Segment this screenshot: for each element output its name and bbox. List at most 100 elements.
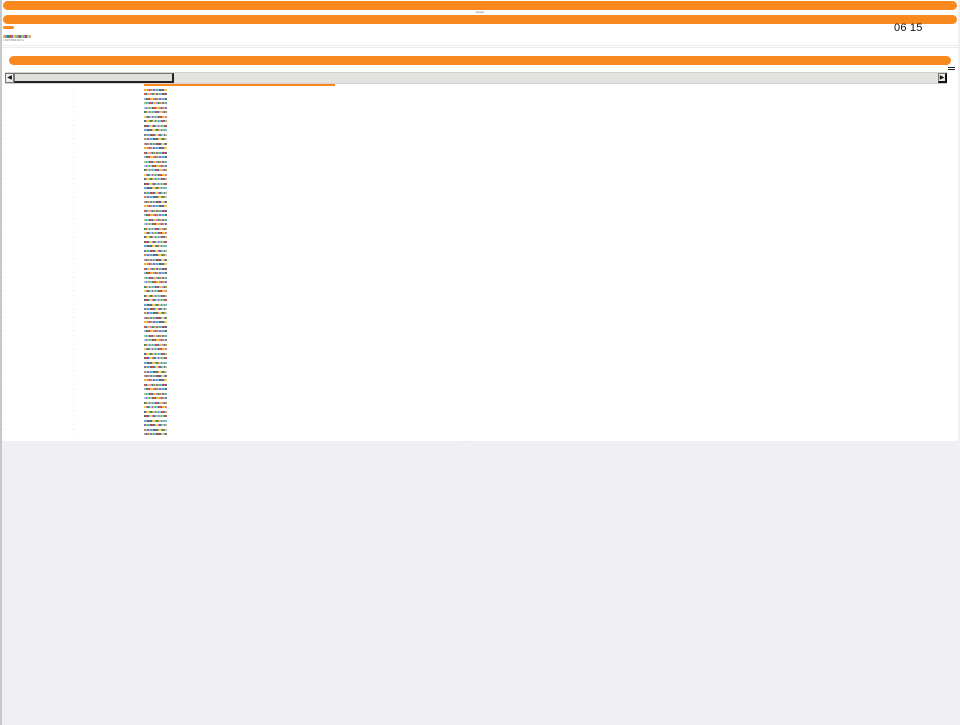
color-swatch [165,307,167,310]
row-color-strip [144,307,167,310]
scrollbar-thumb[interactable] [14,73,174,83]
row-value-cell: ····· [72,200,76,203]
color-swatch [165,218,167,221]
row-color-strip [144,218,167,221]
divider [2,47,958,48]
row-color-strip [144,97,167,100]
color-swatch [165,151,167,154]
color-swatch [165,424,167,427]
row-color-strip [144,106,167,109]
row-color-strip [144,93,167,96]
row-color-strip [144,348,167,351]
row-color-strip [144,124,167,127]
color-swatch [165,196,167,199]
row-color-strip [144,227,167,230]
row-id-cell: ···· [3,410,6,413]
row-value-cell: ····· [72,370,76,373]
color-swatch [165,205,167,208]
row-id-cell: ···· [3,205,6,208]
section-header-bar[interactable] [9,56,951,65]
row-id-cell: ···· [3,111,6,114]
row-value-cell: ····· [72,89,76,91]
row-id-cell: ···· [3,120,6,123]
color-swatch [165,410,167,413]
row-value-cell: ····· [72,93,76,96]
row-id-cell: ···· [3,147,6,150]
color-swatch [165,124,167,127]
hamburger-menu-icon[interactable] [948,67,955,72]
color-swatch [165,227,167,230]
row-value-cell: ····· [72,120,76,123]
row-color-strip [144,120,167,123]
color-swatch [165,191,167,194]
row-color-strip [144,339,167,342]
row-color-strip [144,173,167,176]
row-value-cell: ····· [72,232,76,234]
row-color-strip [144,263,167,266]
row-value-cell: ····· [72,142,76,145]
row-id-cell: ···· [3,312,6,315]
footer-text: ······· ······ [462,441,472,443]
color-swatch [165,106,167,109]
scroll-left-icon[interactable]: ◀ [5,73,14,83]
row-color-strip [144,433,167,436]
row-color-strip [144,361,167,364]
table-row[interactable]: ···· ····· [2,432,958,436]
row-id-cell: ···· [3,173,6,176]
row-id-cell: ···· [3,196,6,199]
row-value-cell: ····· [72,182,76,185]
color-swatch [165,236,167,239]
row-color-strip [144,316,167,319]
row-color-strip [144,115,167,118]
row-color-strip [144,214,167,217]
row-color-strip [144,169,167,172]
color-swatch [165,232,167,234]
active-column-indicator [144,84,335,86]
row-id-cell: ···· [3,245,6,248]
row-color-strip [144,223,167,226]
row-id-cell: ···· [3,169,6,172]
color-swatch [165,200,167,203]
row-color-strip [144,151,167,154]
row-value-cell: ····· [72,290,76,293]
color-swatch [165,339,167,342]
row-id-cell: ···· [3,249,6,252]
row-id-cell: ···· [3,357,6,360]
row-id-cell: ···· [3,93,6,96]
row-id-cell: ···· [3,133,6,136]
row-id-cell: ···· [3,290,6,293]
row-id-cell: ···· [3,415,6,418]
top-banner-bar[interactable] [3,1,957,10]
row-color-strip [144,392,167,395]
horizontal-scrollbar[interactable]: ◀ ▶ [5,72,947,84]
color-swatch [165,433,167,436]
row-value-cell: ····· [72,339,76,342]
row-id-cell: ···· [3,424,6,427]
row-color-strip [144,424,167,427]
row-id-cell: ···· [3,276,6,279]
row-value-cell: ····· [72,129,76,132]
color-swatch [165,406,167,409]
row-value-cell: ····· [72,303,76,306]
color-swatch [165,348,167,351]
row-id-cell: ···· [3,106,6,109]
color-swatch [165,129,167,132]
row-value-cell: ····· [72,178,76,181]
row-id-cell: ···· [3,383,6,386]
color-swatch [165,267,167,270]
row-color-strip [144,89,167,91]
scroll-right-icon[interactable]: ▶ [938,73,947,83]
row-value-cell: ····· [72,173,76,176]
row-value-cell: ····· [72,312,76,315]
row-id-cell: ···· [3,124,6,127]
small-orange-tag[interactable] [3,26,14,29]
secondary-banner-bar[interactable] [3,15,957,24]
row-id-cell: ···· [3,240,6,243]
row-value-cell: ····· [72,240,76,243]
color-swatch [165,214,167,217]
row-id-cell: ···· [3,267,6,270]
color-swatch [165,361,167,364]
row-value-cell: ····· [72,191,76,194]
row-value-cell: ····· [72,111,76,114]
color-swatch [165,383,167,386]
